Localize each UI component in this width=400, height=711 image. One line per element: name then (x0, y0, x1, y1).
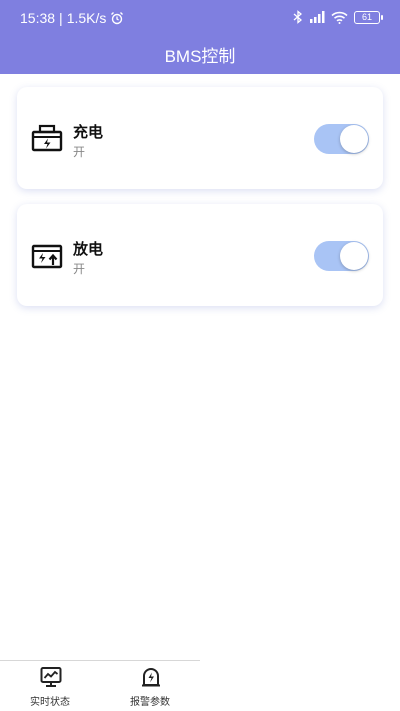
cellular-signal-icon (310, 11, 325, 23)
discharge-status: 开 (73, 262, 86, 276)
alarm-clock-icon (111, 12, 124, 25)
charge-status: 开 (73, 145, 86, 159)
status-right: 61 (293, 10, 383, 24)
app-header: 15:38 | 1.5K/s 61 BMS控制 (0, 0, 400, 74)
charge-control-card: 充电 开 (17, 87, 383, 189)
alarm-bolt-icon (142, 668, 160, 687)
charge-toggle-knob (340, 125, 368, 153)
monitor-chart-icon (40, 667, 62, 687)
nav-label-realtime-status: 实时状态 (30, 697, 70, 708)
bluetooth-icon (293, 10, 303, 24)
discharge-toggle[interactable] (314, 241, 369, 271)
page-title: BMS控制 (164, 47, 236, 66)
nav-item-alarm-params[interactable]: 报警参数 (100, 660, 200, 711)
nav-item-realtime-status[interactable]: 实时状态 (0, 660, 100, 711)
discharge-toggle-knob (340, 242, 368, 270)
status-network-speed: 1.5K/s (66, 10, 107, 26)
status-time: 15:38 (20, 10, 56, 26)
wifi-icon (331, 11, 348, 24)
charge-toggle[interactable] (314, 124, 369, 154)
discharge-battery-icon (31, 244, 63, 269)
status-left: 15:38 | 1.5K/s (20, 10, 124, 26)
status-separator: | (59, 10, 63, 26)
discharge-label: 放电 (73, 240, 104, 258)
nav-label-alarm-params: 报警参数 (130, 697, 170, 708)
status-bar: 15:38 | 1.5K/s 61 (0, 0, 400, 36)
battery-indicator: 61 (354, 10, 383, 24)
discharge-control-card: 放电 开 (17, 204, 383, 306)
charge-battery-icon (31, 124, 63, 152)
bottom-nav: 实时状态 报警参数 (0, 660, 400, 711)
charge-label: 充电 (73, 123, 104, 141)
